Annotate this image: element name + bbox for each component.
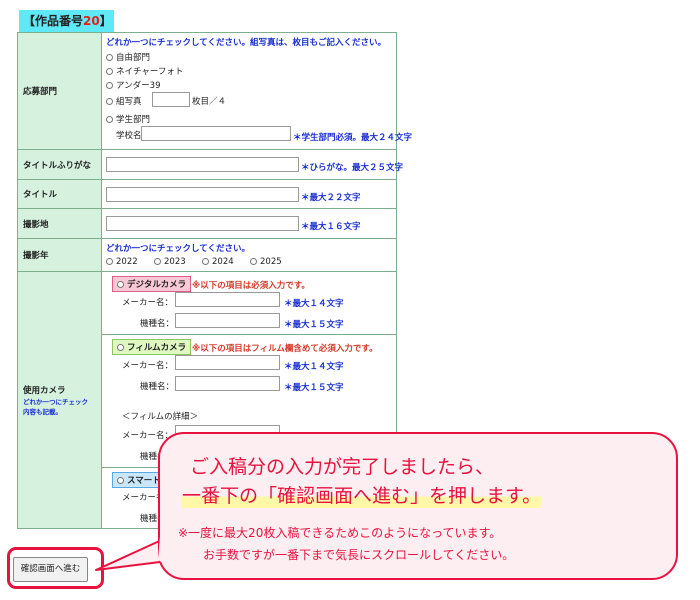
bubble-note-2: お手数ですが一番下まで気長にスクロールしてください。	[203, 548, 515, 562]
bubble-line-1: ご入稿分の入力が完了しましたら、	[190, 456, 495, 478]
callout-pointer-mask	[158, 531, 168, 566]
bubble-line-2: 一番下の「確認画面へ進む」を押します。	[182, 481, 542, 508]
bubble-note-1: ※一度に最大20枚入稿できるためこのようになっています。	[178, 526, 502, 540]
